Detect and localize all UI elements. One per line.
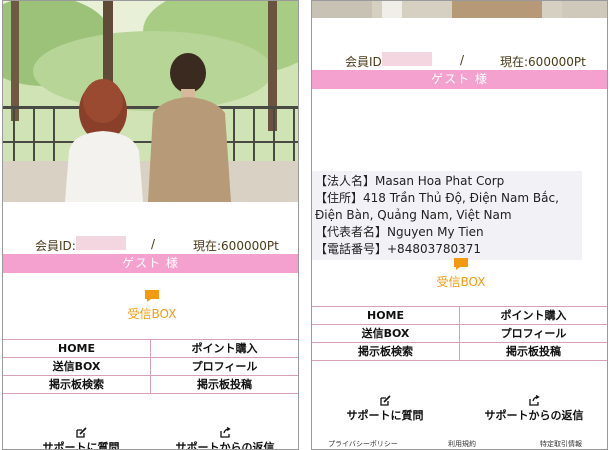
nav-board-post[interactable]: 掲示板投稿 <box>150 376 298 393</box>
points-balance: 現在:600000Pt <box>193 239 279 253</box>
support-reply-label: サポートからの返信 <box>484 409 584 422</box>
member-id-value <box>76 236 126 250</box>
hero-couple-photo <box>3 1 298 202</box>
nav-board-search[interactable]: 掲示板検索 <box>3 376 150 393</box>
points-balance: 現在:600000Pt <box>500 55 586 69</box>
inbox-button[interactable]: 受信BOX <box>112 289 192 322</box>
company-phone: 【電話番号】+84803780371 <box>315 242 482 256</box>
company-address: 【住所】418 Trần Thủ Độ, Điện Nam Bắc, Điện … <box>315 191 559 222</box>
support-reply-label: サポートからの返信 <box>175 441 275 450</box>
support-reply-button[interactable]: サポートからの返信 <box>474 395 594 423</box>
nav-buy-points[interactable]: ポイント購入 <box>150 340 298 357</box>
inbox-button[interactable]: 受信BOX <box>421 257 501 290</box>
footer-privacy-link[interactable]: プライバシーポリシー <box>328 439 398 449</box>
nav-home[interactable]: HOME <box>312 307 459 324</box>
hero-photo-cropped <box>312 1 607 18</box>
member-separator: / <box>151 237 156 251</box>
company-name: 【法人名】Masan Hoa Phat Corp <box>315 174 505 188</box>
member-info-row: 会員ID: / 現在:600000Pt <box>3 234 298 254</box>
chat-bubble-icon <box>454 258 468 270</box>
support-ask-button[interactable]: サポートに質問 <box>325 395 445 423</box>
right-phone-screen: 会員ID: / 現在:600000Pt ゲスト 様 【法人名】Masan Hoa… <box>311 0 608 450</box>
support-reply-button[interactable]: サポートからの返信 <box>165 427 285 450</box>
footer-terms-link[interactable]: 利用規約 <box>448 439 476 449</box>
chat-bubble-icon <box>145 290 159 302</box>
inbox-label: 受信BOX <box>127 307 177 321</box>
main-nav-grid: HOME ポイント購入 送信BOX プロフィール 掲示板検索 掲示板投稿 <box>312 306 607 361</box>
member-separator: / <box>460 53 465 67</box>
company-info-block: 【法人名】Masan Hoa Phat Corp 【住所】418 Trần Th… <box>312 171 582 260</box>
nav-board-search[interactable]: 掲示板検索 <box>312 343 459 360</box>
guest-greeting-bar: ゲスト 様 <box>3 254 298 273</box>
main-nav-grid: HOME ポイント購入 送信BOX プロフィール 掲示板検索 掲示板投稿 <box>3 339 298 394</box>
share-icon <box>219 427 231 438</box>
member-info-row: 会員ID: / 現在:600000Pt <box>312 50 607 70</box>
nav-profile[interactable]: プロフィール <box>459 325 607 342</box>
footer-commerce-link[interactable]: 特定取引情報 <box>540 439 582 449</box>
nav-sent-box[interactable]: 送信BOX <box>3 358 150 375</box>
company-representative: 【代表者名】Nguyen My Tien <box>315 225 484 239</box>
member-id-label: 会員ID: <box>345 55 386 69</box>
nav-board-post[interactable]: 掲示板投稿 <box>459 343 607 360</box>
share-icon <box>528 395 540 406</box>
member-id-label: 会員ID: <box>35 239 76 253</box>
support-ask-button[interactable]: サポートに質問 <box>21 427 141 450</box>
nav-buy-points[interactable]: ポイント購入 <box>459 307 607 324</box>
left-phone-screen: 会員ID: / 現在:600000Pt ゲスト 様 受信BOX HOME ポイン… <box>2 0 299 450</box>
edit-icon <box>379 395 391 406</box>
nav-sent-box[interactable]: 送信BOX <box>312 325 459 342</box>
edit-icon <box>75 427 87 438</box>
nav-profile[interactable]: プロフィール <box>150 358 298 375</box>
support-ask-label: サポートに質問 <box>42 441 120 450</box>
support-ask-label: サポートに質問 <box>346 409 424 422</box>
inbox-label: 受信BOX <box>436 275 486 289</box>
guest-greeting-bar: ゲスト 様 <box>312 70 607 89</box>
member-id-value <box>382 52 432 66</box>
nav-home[interactable]: HOME <box>3 340 150 357</box>
